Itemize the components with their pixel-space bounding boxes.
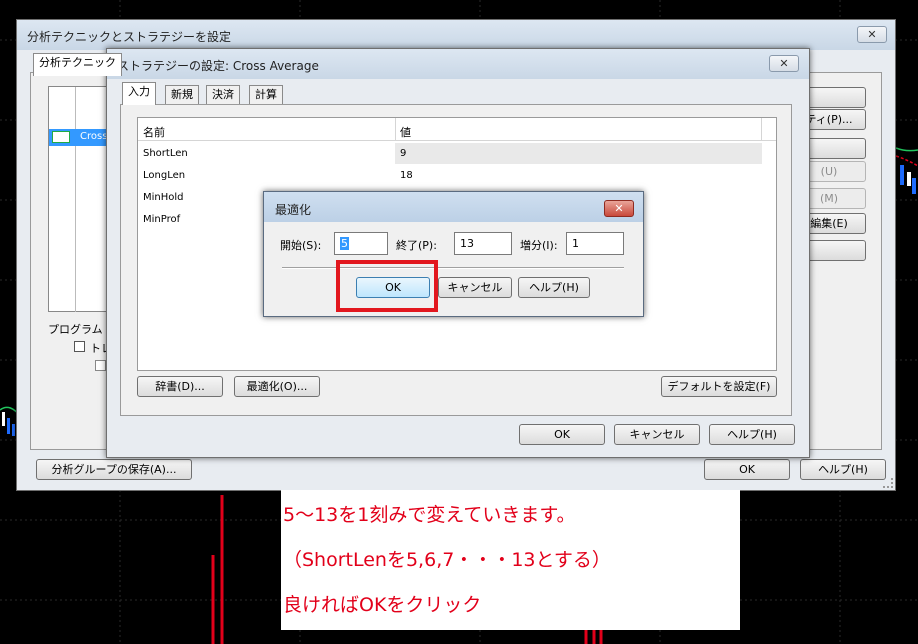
start-label: 開始(S): (280, 239, 322, 252)
annotation-line-2: （ShortLenを5,6,7・・・13とする） (283, 549, 611, 571)
strategy-titlebar: ストラテジーの設定: Cross Average ✕ (107, 49, 809, 79)
row-value: 18 (400, 170, 413, 181)
analysis-list: Cross (48, 86, 114, 312)
optimize-close-button[interactable]: ✕ (604, 200, 634, 217)
main-close-button[interactable]: ✕ (857, 26, 887, 43)
strategy-ok-button[interactable]: OK (519, 424, 605, 445)
highlight-box (336, 260, 438, 312)
row-value-cell[interactable] (395, 143, 762, 164)
tab-exit[interactable]: 決済 (206, 85, 240, 105)
main-window-title: 分析テクニックとストラテジーを設定 (27, 30, 232, 44)
inputs-table-header: 名前 値 (138, 118, 776, 141)
strategy-close-button[interactable]: ✕ (769, 55, 799, 72)
column-header-name: 名前 (143, 126, 165, 139)
main-titlebar: 分析テクニックとストラテジーを設定 ✕ (17, 20, 895, 50)
optimize-button[interactable]: 最適化(O)... (234, 376, 320, 397)
trade-checkbox[interactable] (74, 341, 85, 352)
optimize-help-button[interactable]: ヘルプ(H) (518, 277, 590, 298)
resize-grip[interactable] (883, 478, 893, 488)
analysis-list-item[interactable]: Cross (49, 129, 114, 146)
row-name: MinHold (143, 192, 184, 203)
optimize-titlebar: 最適化 ✕ (264, 192, 643, 222)
optimize-dialog: 最適化 ✕ 開始(S): 5 終了(P): 13 増分(I): 1 OK キャン… (263, 191, 644, 317)
row-name: LongLen (143, 170, 186, 181)
optimize-body: 開始(S): 5 終了(P): 13 増分(I): 1 OK キャンセル ヘルプ… (270, 222, 637, 310)
annotation-line-1: 5～13を1刻みで変えていきます。 (283, 504, 576, 526)
main-help-button[interactable]: ヘルプ(H) (800, 459, 886, 480)
annotation-panel: 5～13を1刻みで変えていきます。 （ShortLenを5,6,7・・・13とす… (281, 490, 740, 630)
set-default-button[interactable]: デフォルトを設定(F) (661, 376, 777, 397)
start-input-value: 5 (340, 237, 349, 250)
strategy-icon (52, 131, 70, 143)
end-input[interactable]: 13 (454, 232, 512, 255)
strategy-cancel-button[interactable]: キャンセル (614, 424, 700, 445)
table-row[interactable]: LongLen 18 (138, 165, 762, 186)
step-label: 増分(I): (520, 239, 558, 252)
tab-calc[interactable]: 計算 (249, 85, 283, 105)
row-value: 9 (400, 148, 407, 159)
analysis-list-item-label: Cross (80, 131, 108, 142)
optimize-separator (282, 267, 624, 269)
tab-input[interactable]: 入力 (122, 82, 156, 105)
row-name: MinProf (143, 214, 181, 225)
tab-new[interactable]: 新規 (165, 85, 199, 105)
main-ok-button[interactable]: OK (704, 459, 790, 480)
step-input[interactable]: 1 (566, 232, 624, 255)
optimize-dialog-title: 最適化 (275, 203, 312, 217)
column-header-value: 値 (400, 126, 411, 139)
row-name: ShortLen (143, 148, 188, 159)
dictionary-button[interactable]: 辞書(D)... (137, 376, 223, 397)
main-tab-analysis[interactable]: 分析テクニック (33, 53, 122, 76)
optimize-cancel-button[interactable]: キャンセル (438, 277, 512, 298)
strategy-dialog-title: ストラテジーの設定: Cross Average (117, 59, 319, 73)
save-analysis-group-button[interactable]: 分析グループの保存(A)... (36, 459, 192, 480)
sub-checkbox[interactable] (95, 360, 106, 371)
annotation-line-3: 良ければOKをクリック (283, 594, 482, 616)
table-row[interactable]: ShortLen 9 (138, 143, 762, 164)
start-input[interactable]: 5 (334, 232, 388, 255)
strategy-help-button[interactable]: ヘルプ(H) (709, 424, 795, 445)
end-label: 終了(P): (396, 239, 437, 252)
